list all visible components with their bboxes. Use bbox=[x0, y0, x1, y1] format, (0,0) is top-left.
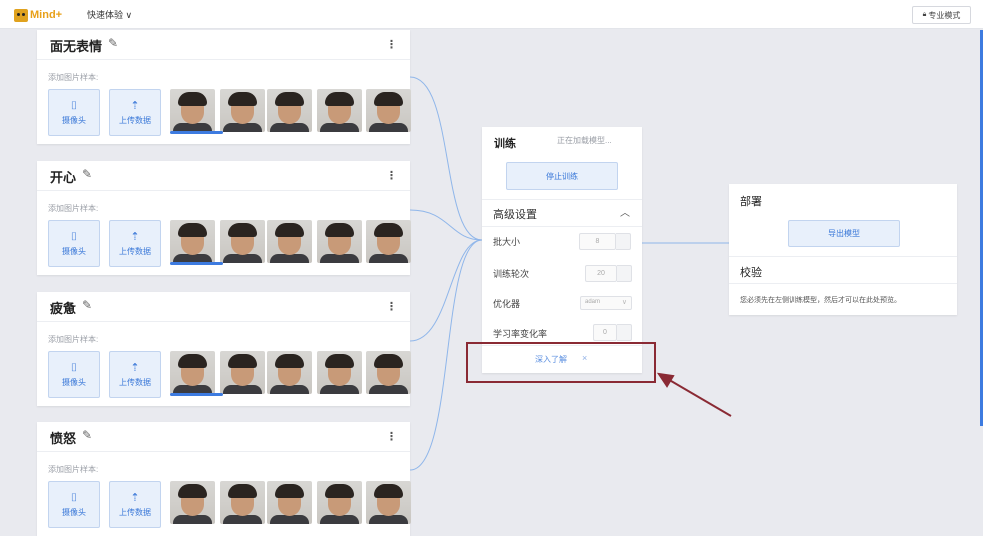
verify-message: 您必须先在左侧训练模型，然后才可以在此处预览。 bbox=[740, 297, 901, 304]
advanced-settings-title: 高级设置 bbox=[493, 209, 537, 221]
learning-rate-label: 学习率变化率 bbox=[493, 329, 548, 339]
batch-size-label: 批大小 bbox=[493, 237, 521, 247]
annotation-arrowhead bbox=[656, 372, 675, 388]
connector-1 bbox=[409, 76, 483, 241]
optimizer-select[interactable]: adam ∨ bbox=[580, 296, 632, 310]
upload-label: 上传数据 bbox=[119, 507, 151, 517]
batch-size-stepper[interactable] bbox=[616, 233, 631, 250]
connector-3 bbox=[409, 239, 483, 342]
batch-size-input[interactable]: 8 bbox=[579, 233, 616, 250]
chevron-down-icon: ∨ bbox=[621, 299, 627, 306]
training-title: 训练 bbox=[494, 138, 516, 150]
deploy-title: 部署 bbox=[740, 196, 762, 208]
advanced-settings-header[interactable]: 高级设置 ︿ bbox=[482, 199, 642, 227]
optimizer-label: 优化器 bbox=[493, 299, 521, 309]
deploy-panel: 部署 导出模型 校验 您必须先在左侧训练模型，然后才可以在此处预览。 bbox=[729, 184, 957, 315]
annotation-arrow bbox=[665, 377, 732, 417]
export-model-button[interactable]: 导出模型 bbox=[788, 220, 900, 247]
learning-rate-stepper[interactable] bbox=[617, 324, 632, 341]
optimizer-value: adam bbox=[585, 299, 601, 305]
verify-title: 校验 bbox=[740, 267, 762, 279]
epochs-stepper[interactable] bbox=[617, 265, 632, 282]
epochs-input[interactable]: 20 bbox=[585, 265, 617, 282]
training-panel: 训练 正在加载模型... 停止训练 高级设置 ︿ 批大小 8 训练轮次 20 优… bbox=[482, 127, 642, 373]
training-status: 正在加载模型... bbox=[557, 136, 612, 145]
learning-rate-input[interactable]: 0 bbox=[593, 324, 617, 341]
camera-label: 摄像头 bbox=[62, 507, 86, 517]
chevron-up-icon[interactable]: ︿ bbox=[620, 204, 630, 219]
epochs-label: 训练轮次 bbox=[493, 269, 530, 279]
verify-header: 校验 bbox=[729, 256, 957, 284]
highlight-box bbox=[466, 342, 656, 383]
stop-training-button[interactable]: 停止训练 bbox=[506, 162, 618, 190]
